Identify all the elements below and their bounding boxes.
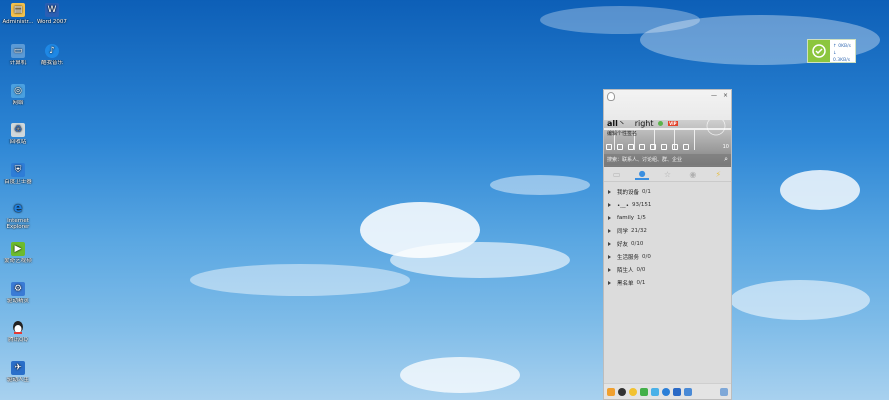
shop-icon[interactable] — [672, 143, 678, 150]
user-nickname[interactable]: all丶 right VIP — [607, 118, 678, 129]
online-status-icon[interactable] — [658, 121, 664, 126]
apps-grid-icon[interactable] — [684, 387, 692, 396]
signature-field[interactable]: 编辑个性签名 — [607, 130, 637, 137]
tab-conversations[interactable]: ▭ — [610, 168, 624, 180]
upload-speed: ↑ 0KB/s — [833, 44, 851, 49]
qq-logo-icon — [607, 92, 615, 101]
group-row[interactable]: 陌生人 0/0 — [604, 263, 731, 276]
recycle-bin-icon: ♻ — [11, 123, 25, 137]
contact-groups: 我的设备 0/1 •﹏• 93/151 family 1/5 同学 21/32 好友 0/… — [604, 185, 731, 289]
group-row[interactable]: family 1/5 — [604, 211, 731, 224]
expand-arrow-icon — [608, 241, 611, 246]
group-row[interactable]: 同学 21/32 — [604, 224, 731, 237]
video-app-icon[interactable] — [640, 387, 648, 396]
contact-search-bar[interactable]: 搜索：联系人、讨论组、群、企业 ⌕ — [604, 154, 731, 165]
panel-tabs: ▭ ● ☆ ◉ ⚡ — [604, 167, 731, 182]
home-icon[interactable] — [606, 143, 612, 150]
expand-arrow-icon — [608, 215, 611, 220]
expand-arrow-icon — [608, 202, 611, 207]
driver-icon: ⚙ — [11, 282, 25, 296]
chat-bubble-icon: ▭ — [612, 169, 621, 179]
speed-badge — [808, 40, 830, 62]
check-icon — [812, 44, 826, 58]
space-icon[interactable] — [628, 143, 634, 150]
download-speed: ↓ 0.3KB/s — [833, 51, 851, 63]
lightning-icon: ⚡ — [715, 169, 722, 179]
group-row[interactable]: 黑名单 0/1 — [604, 276, 731, 289]
qq-main-panel[interactable]: — × all丶 right VIP 编辑个性签名 10 搜索：联系人、讨论组、… — [603, 89, 732, 400]
network-icon: ◎ — [11, 84, 25, 98]
folder-user-icon: ▤ — [11, 3, 25, 17]
desktop-icon-iqiyi[interactable]: ▶ 爱奇艺视频 — [0, 242, 36, 264]
tab-contacts[interactable]: ● — [635, 168, 650, 180]
message-count[interactable]: 10 — [723, 144, 729, 150]
vip-badge: VIP — [668, 121, 678, 126]
star-icon: ☆ — [663, 169, 672, 179]
expand-arrow-icon — [608, 228, 611, 233]
music-icon: ♪ — [45, 44, 59, 58]
network-speed-widget[interactable]: ↑ 0KB/s ↓ 0.3KB/s — [807, 39, 856, 63]
header-toolbar: 10 — [606, 142, 729, 151]
expand-arrow-icon — [608, 189, 611, 194]
group-row[interactable]: •﹏• 93/151 — [604, 198, 731, 211]
person-icon: ● — [638, 168, 646, 178]
mail-app-icon[interactable] — [673, 387, 681, 396]
desktop-icon-ie[interactable]: e Internet Explorer — [0, 202, 36, 230]
guard-icon: ⛨ — [11, 163, 25, 177]
desktop-icon-kuwo[interactable]: ♪ 酷我音乐 — [34, 44, 70, 66]
plane-icon: ✈ — [11, 361, 25, 375]
video-icon: ▶ — [11, 242, 25, 256]
expand-arrow-icon — [608, 267, 611, 272]
desktop-icon-plane[interactable]: ✈ 驱动人生 — [0, 361, 36, 383]
wallpaper-clouds — [190, 6, 880, 393]
search-placeholder: 搜索：联系人、讨论组、群、企业 — [607, 157, 683, 163]
expand-arrow-icon — [608, 280, 611, 285]
word-icon: W — [45, 3, 59, 17]
desktop-icon-guard[interactable]: ⛨ 百度卫士器 — [0, 163, 36, 185]
app-manager-icon[interactable] — [720, 387, 728, 396]
mail-icon[interactable] — [617, 143, 623, 150]
group-row[interactable]: 生活服务 0/0 — [604, 250, 731, 263]
tab-discover[interactable]: ⚡ — [711, 168, 725, 180]
minimize-button[interactable]: — — [711, 92, 717, 99]
group-row[interactable]: 好友 0/10 — [604, 237, 731, 250]
expand-arrow-icon — [608, 254, 611, 259]
desktop-icon-word[interactable]: W Word 2007 — [34, 3, 70, 25]
computer-icon: ▭ — [11, 44, 25, 58]
game-icon[interactable] — [661, 143, 667, 150]
weibo-icon[interactable] — [650, 143, 656, 150]
qq-header: — × all丶 right VIP 编辑个性签名 10 搜索：联系人、讨论组、… — [604, 90, 731, 167]
ie-icon: e — [13, 201, 23, 216]
music-app-icon[interactable] — [629, 387, 637, 396]
penguin-icon[interactable] — [618, 387, 626, 396]
tab-groups[interactable]: ◉ — [686, 168, 700, 180]
browser-app-icon[interactable] — [662, 387, 670, 396]
nickname-separator: 丶 — [617, 119, 626, 128]
group-icon: ◉ — [689, 169, 697, 179]
qq-penguin-icon — [11, 321, 25, 335]
wallet-icon[interactable] — [639, 143, 645, 150]
tab-favorites[interactable]: ☆ — [660, 168, 674, 180]
message-box-icon[interactable] — [683, 143, 689, 150]
desktop-icon-qq[interactable]: 腾讯QQ — [0, 321, 36, 343]
main-menu-icon[interactable] — [607, 387, 615, 396]
close-button[interactable]: × — [723, 92, 728, 99]
desktop-icon-driver[interactable]: ⚙ 驱动精灵 — [0, 282, 36, 304]
desktop-icon-recycle-bin[interactable]: ♻ 回收站 — [0, 123, 36, 145]
game-app-icon[interactable] — [651, 387, 659, 396]
app-launcher-bar — [604, 383, 731, 399]
desktop-icon-administrator[interactable]: ▤ Administr... — [0, 3, 36, 25]
search-icon[interactable]: ⌕ — [724, 155, 728, 164]
desktop-icon-computer[interactable]: ▭ 计算机 — [0, 44, 36, 66]
desktop-icon-network[interactable]: ◎ 网络 — [0, 84, 36, 106]
group-row[interactable]: 我的设备 0/1 — [604, 185, 731, 198]
